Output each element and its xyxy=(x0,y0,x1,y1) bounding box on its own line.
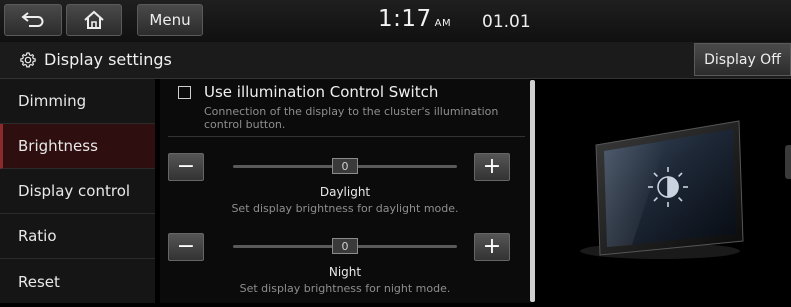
daylight-value: 0 xyxy=(341,159,349,173)
daylight-decrease-button[interactable]: − xyxy=(168,153,204,181)
page-title: Display settings xyxy=(44,50,172,69)
night-slider-thumb[interactable]: 0 xyxy=(332,238,358,254)
title-bar: Display settings Display Off xyxy=(0,42,791,79)
display-preview xyxy=(536,79,791,303)
illumination-checkbox[interactable] xyxy=(178,86,191,99)
sidebar-item-dimming[interactable]: Dimming xyxy=(0,79,155,124)
sidebar-item-label: Reset xyxy=(18,272,60,291)
menu-label: Menu xyxy=(149,11,191,29)
daylight-increase-button[interactable]: + xyxy=(474,153,510,181)
preview-side-tab[interactable] xyxy=(785,145,791,179)
clock-time: 1:17 xyxy=(378,6,432,32)
illumination-description: Connection of the display to the cluster… xyxy=(204,105,499,131)
clock: 1:17 AM xyxy=(378,6,451,32)
plus-icon: + xyxy=(482,154,502,179)
sidebar: Dimming Brightness Display control Ratio… xyxy=(0,79,155,303)
minus-icon: − xyxy=(176,234,196,259)
home-icon xyxy=(84,10,104,29)
date: 01.01 xyxy=(482,12,531,32)
sidebar-item-label: Display control xyxy=(18,182,131,200)
sidebar-item-brightness[interactable]: Brightness xyxy=(0,124,155,169)
daylight-slider-thumb[interactable]: 0 xyxy=(332,158,358,174)
sidebar-item-ratio[interactable]: Ratio xyxy=(0,214,155,259)
back-button[interactable] xyxy=(4,4,62,36)
gear-icon xyxy=(20,52,36,68)
home-button[interactable] xyxy=(66,4,122,36)
display-preview-image xyxy=(580,120,744,259)
night-value: 0 xyxy=(341,239,349,253)
divider xyxy=(168,136,525,137)
daylight-title: Daylight xyxy=(319,185,371,199)
night-decrease-button[interactable]: − xyxy=(168,233,204,261)
clock-ampm: AM xyxy=(434,18,452,29)
display-off-label: Display Off xyxy=(704,51,781,68)
night-title: Night xyxy=(328,265,362,279)
display-off-button[interactable]: Display Off xyxy=(694,43,791,76)
illumination-label: Use illumination Control Switch xyxy=(204,83,439,101)
night-increase-button[interactable]: + xyxy=(474,233,510,261)
back-arrow-icon xyxy=(21,12,44,27)
scrollbar[interactable] xyxy=(530,80,535,302)
night-description: Set display brightness for night mode. xyxy=(239,282,451,295)
brightness-panel: Use illumination Control Switch Connecti… xyxy=(160,79,530,303)
plus-icon: + xyxy=(482,234,502,259)
sidebar-item-label: Ratio xyxy=(18,227,57,245)
top-bar: Menu 1:17 AM 01.01 xyxy=(0,0,791,43)
sidebar-item-label: Dimming xyxy=(18,92,87,110)
sidebar-item-reset[interactable]: Reset xyxy=(0,259,155,304)
menu-button[interactable]: Menu xyxy=(137,4,203,36)
daylight-description: Set display brightness for daylight mode… xyxy=(231,202,459,215)
sidebar-item-label: Brightness xyxy=(18,137,98,155)
sidebar-item-display-control[interactable]: Display control xyxy=(0,169,155,214)
minus-icon: − xyxy=(176,154,196,179)
